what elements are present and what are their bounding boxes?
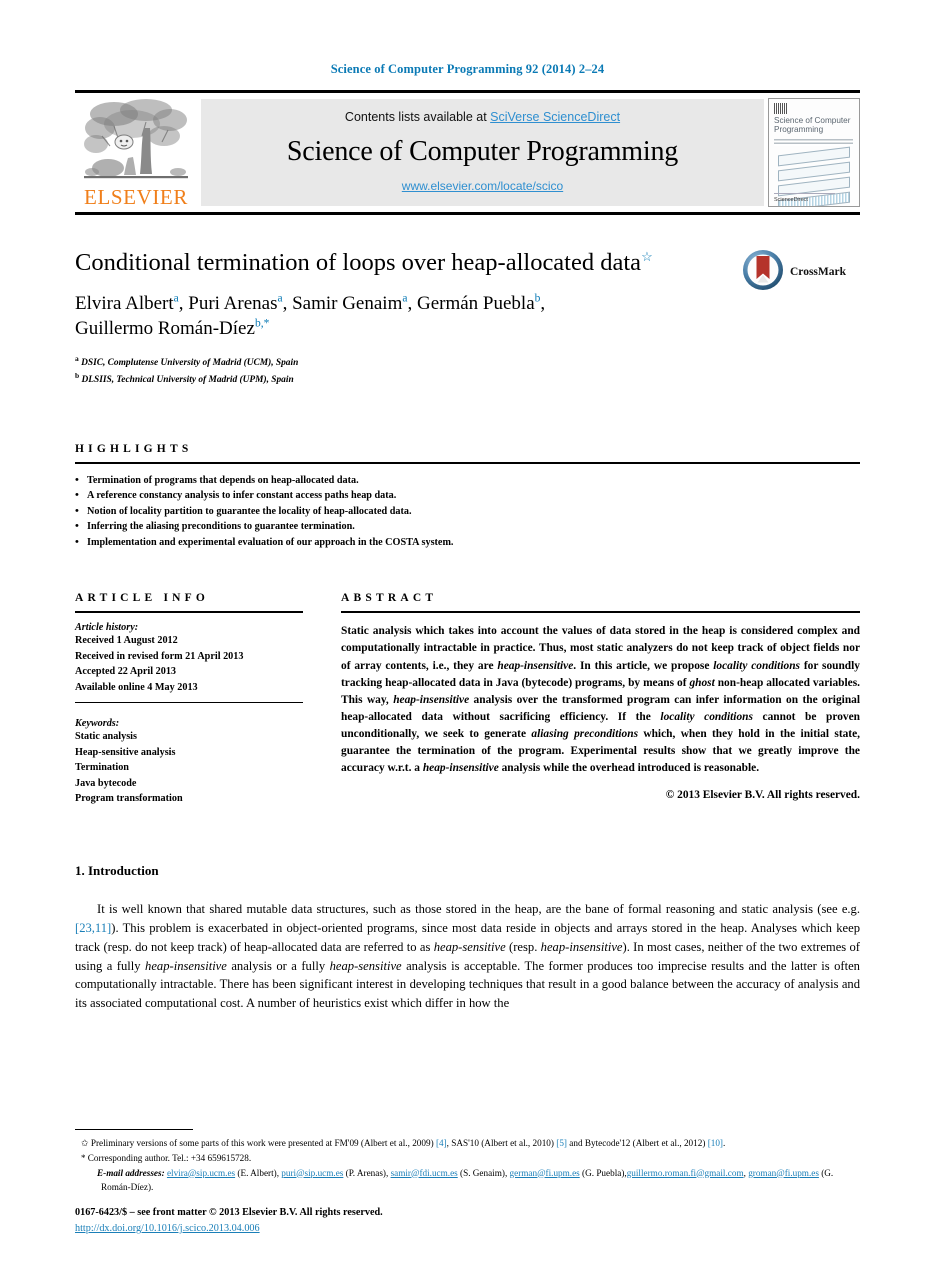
title-footnote-marker[interactable]: ☆ <box>641 249 653 264</box>
list-item: A reference constancy analysis to infer … <box>75 487 860 504</box>
highlights-list: Termination of programs that depends on … <box>75 472 860 551</box>
journal-cover-thumbnail[interactable]: Science of Computer Programming ScienceD… <box>768 98 860 207</box>
reference-link[interactable]: [5] <box>556 1138 567 1148</box>
email-link[interactable]: german@fi.upm.es <box>510 1168 580 1178</box>
author-item[interactable]: Puri Arenasa <box>188 293 282 314</box>
contents-prefix: Contents lists available at <box>344 110 491 124</box>
article-history-block: Article history: Received 1 August 2012 … <box>75 622 303 695</box>
highlights-divider <box>75 461 860 464</box>
masthead-center-panel: Contents lists available at SciVerse Sci… <box>201 99 764 206</box>
footnote-emails: E-mail addresses: elvira@sip.ucm.es (E. … <box>97 1167 834 1192</box>
elsevier-tree-icon <box>84 98 188 186</box>
history-item: Received in revised form 21 April 2013 <box>75 650 244 662</box>
page-title: Conditional termination of loops over he… <box>75 249 735 277</box>
keywords-divider <box>75 702 303 704</box>
history-item: Received 1 August 2012 <box>75 635 178 647</box>
title-block: Conditional termination of loops over he… <box>75 249 860 388</box>
email-addresses-label: E-mail addresses: <box>97 1167 165 1178</box>
corresponding-author-marker: * <box>81 1152 86 1163</box>
issn-line: 0167-6423/$ – see front matter © 2013 El… <box>75 1207 383 1218</box>
abstract-text: Static analysis which takes into account… <box>341 625 861 775</box>
affiliation-list: a DSIC, Complutense University of Madrid… <box>75 354 860 388</box>
article-info-heading: ARTICLE INFO <box>75 592 210 605</box>
abstract-column: ABSTRACT Static analysis which takes int… <box>341 592 860 807</box>
cover-title: Science of Computer Programming <box>774 116 851 135</box>
paper-page: Science of Computer Programming 92 (2014… <box>0 0 935 1266</box>
list-item: Termination of programs that depends on … <box>75 472 860 489</box>
abstract-divider <box>341 611 860 614</box>
footnote-rule <box>75 1128 193 1130</box>
email-link[interactable]: guillermo.roman.fi@gmail.com <box>627 1168 744 1178</box>
cover-barcode-icon <box>774 103 787 114</box>
keyword-item: Program transformation <box>75 793 183 805</box>
footnote-corresponding-author: * Corresponding author. Tel.: +34 659615… <box>81 1152 252 1163</box>
title-text: Conditional termination of loops over he… <box>75 249 642 276</box>
keyword-item: Java bytecode <box>75 777 137 789</box>
introduction-section: 1. Introduction It is well known that sh… <box>75 863 860 1013</box>
reference-link[interactable]: [4] <box>436 1138 447 1148</box>
info-abstract-row: ARTICLE INFO Article history: Received 1… <box>75 592 860 807</box>
crossmark-icon <box>742 249 784 296</box>
journal-title: Science of Computer Programming <box>286 135 679 167</box>
citation-link[interactable]: [23,11] <box>75 921 111 935</box>
cover-divider <box>774 193 835 194</box>
abstract-copyright: © 2013 Elsevier B.V. All rights reserved… <box>665 788 860 801</box>
elsevier-logo: ELSEVIER <box>75 93 197 212</box>
keyword-item: Termination <box>75 762 129 774</box>
author-item[interactable]: Germán Pueblab <box>417 293 540 314</box>
doi-link[interactable]: http://dx.doi.org/10.1016/j.scico.2013.0… <box>75 1223 260 1234</box>
author-item[interactable]: Samir Genaima <box>292 293 407 314</box>
footnote-block: ✩ Preliminary versions of some parts of … <box>75 1128 860 1194</box>
keywords-block: Keywords: Static analysis Heap-sensitive… <box>75 718 303 807</box>
author-item[interactable]: Elvira Alberta <box>75 293 179 314</box>
keyword-item: Static analysis <box>75 731 137 743</box>
affiliation-item: b DLSIIS, Technical University of Madrid… <box>75 371 294 386</box>
highlights-heading: HIGHLIGHTS <box>75 442 193 455</box>
reference-link[interactable]: [10] <box>708 1138 723 1148</box>
introduction-heading: 1. Introduction <box>75 862 159 878</box>
imprint-block: 0167-6423/$ – see front matter © 2013 El… <box>75 1207 383 1236</box>
highlights-section: HIGHLIGHTS Termination of programs that … <box>75 443 860 551</box>
cover-subtitle-lines <box>774 139 853 146</box>
email-link[interactable]: samir@fdi.ucm.es <box>391 1168 458 1178</box>
email-link[interactable]: puri@sip.ucm.es <box>281 1168 343 1178</box>
cover-artwork <box>772 146 856 206</box>
email-link[interactable]: groman@fi.upm.es <box>748 1168 819 1178</box>
footnote-star-marker: ✩ <box>81 1137 89 1148</box>
author-affil-marker: b,* <box>254 317 270 330</box>
crossmark-label: CrossMark <box>790 266 847 278</box>
email-link[interactable]: elvira@sip.ucm.es <box>167 1168 235 1178</box>
crossmark-badge[interactable]: CrossMark <box>742 249 860 295</box>
contents-available-line: Contents lists available at SciVerse Sci… <box>345 110 620 124</box>
abstract-heading: ABSTRACT <box>341 592 438 605</box>
article-info-divider <box>75 611 303 614</box>
introduction-paragraph: It is well known that shared mutable dat… <box>75 901 860 1011</box>
article-history-label: Article history: <box>75 622 139 634</box>
keyword-item: Heap-sensitive analysis <box>75 746 176 758</box>
journal-homepage-link[interactable]: www.elsevier.com/locate/scico <box>402 179 563 193</box>
elsevier-wordmark: ELSEVIER <box>84 185 188 209</box>
sciencedirect-link[interactable]: SciVerse ScienceDirect <box>490 110 620 124</box>
keywords-label: Keywords: <box>75 718 120 730</box>
history-item: Accepted 22 April 2013 <box>75 666 177 678</box>
article-info-column: ARTICLE INFO Article history: Received 1… <box>75 592 303 807</box>
history-item: Available online 4 May 2013 <box>75 681 198 693</box>
footnote-star: ✩ Preliminary versions of some parts of … <box>81 1137 726 1148</box>
list-item: Inferring the aliasing preconditions to … <box>75 518 860 535</box>
author-list: Elvira Alberta, Puri Arenasa, Samir Gena… <box>75 292 546 340</box>
list-item: Notion of locality partition to guarante… <box>75 503 860 520</box>
list-item: Implementation and experimental evaluati… <box>75 534 860 551</box>
author-item[interactable]: Guillermo Román-Díezb,* <box>75 318 269 339</box>
journal-masthead: ELSEVIER Contents lists available at Sci… <box>75 90 860 215</box>
cover-footer-text: ScienceDirect <box>774 197 808 203</box>
affiliation-item: a DSIC, Complutense University of Madrid… <box>75 354 299 369</box>
running-head: Science of Computer Programming 92 (2014… <box>330 62 605 76</box>
